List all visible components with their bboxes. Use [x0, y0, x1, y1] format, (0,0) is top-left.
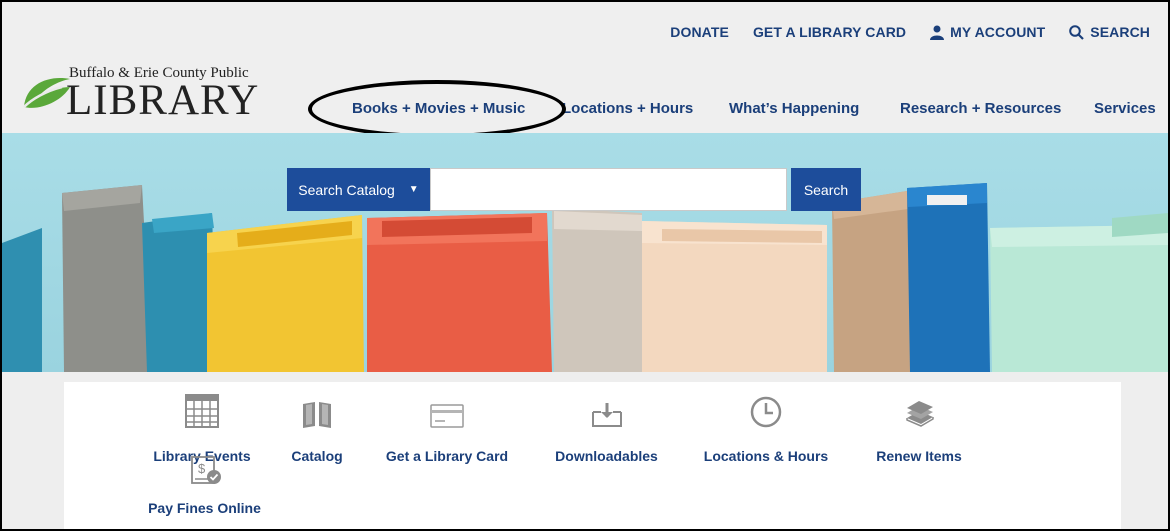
download-tray-icon	[549, 394, 664, 428]
open-book-icon	[287, 394, 347, 428]
quick-link-renew-items[interactable]: Renew Items	[864, 394, 974, 464]
quick-link-label: Renew Items	[876, 448, 962, 464]
quick-link-label: Downloadables	[555, 448, 658, 464]
page-frame: DONATE GET A LIBRARY CARD MY ACCOUNT SEA…	[0, 0, 1170, 531]
catalog-search-input[interactable]	[430, 168, 787, 211]
my-account-label: MY ACCOUNT	[950, 24, 1046, 40]
svg-text:$: $	[198, 461, 206, 476]
library-card-link[interactable]: GET A LIBRARY CARD	[753, 24, 906, 40]
utility-nav: DONATE GET A LIBRARY CARD MY ACCOUNT SEA…	[670, 24, 1150, 40]
search-button-label: Search	[803, 181, 849, 198]
dropdown-caret-icon: ▼	[408, 184, 419, 195]
quick-link-get-library-card[interactable]: Get a Library Card	[382, 394, 512, 464]
catalog-search-button[interactable]: Search	[791, 168, 861, 211]
catalog-search-bar: Search Catalog ▼ Search	[287, 168, 861, 211]
hero-banner: Search Catalog ▼ Search	[2, 133, 1168, 372]
search-label: SEARCH	[1090, 24, 1150, 40]
main-nav: Books + Movies + Music Locations + Hours…	[2, 100, 1168, 124]
user-icon	[930, 25, 945, 40]
nav-services[interactable]: Services	[1094, 100, 1156, 117]
quick-link-pay-fines[interactable]: $ Pay Fines Online	[147, 456, 262, 516]
book-stack-icon	[864, 394, 974, 428]
search-icon	[1069, 24, 1085, 40]
search-link[interactable]: SEARCH	[1069, 24, 1150, 40]
search-scope-select[interactable]: Search Catalog ▼	[287, 168, 430, 211]
my-account-link[interactable]: MY ACCOUNT	[930, 24, 1045, 40]
site-header: DONATE GET A LIBRARY CARD MY ACCOUNT SEA…	[2, 2, 1168, 138]
nav-whats-happening[interactable]: What’s Happening	[729, 100, 859, 117]
donate-link[interactable]: DONATE	[670, 24, 729, 40]
calendar-icon	[147, 394, 257, 428]
quick-link-catalog[interactable]: Catalog	[287, 394, 347, 464]
library-card-label: GET A LIBRARY CARD	[752, 24, 907, 40]
library-card-icon	[382, 394, 512, 428]
quick-link-locations-hours[interactable]: Locations & Hours	[699, 394, 833, 464]
clock-icon	[699, 394, 833, 428]
quick-link-downloadables[interactable]: Downloadables	[549, 394, 664, 464]
donate-label: DONATE	[670, 24, 729, 40]
highlight-circle-annotation	[308, 80, 566, 138]
nav-research-resources[interactable]: Research + Resources	[900, 100, 1061, 117]
quick-link-label: Get a Library Card	[385, 448, 509, 464]
nav-locations-hours[interactable]: Locations + Hours	[562, 100, 693, 117]
quick-link-label: Locations & Hours	[703, 448, 829, 464]
quick-link-label: Pay Fines Online	[148, 500, 261, 516]
quick-links-panel: Library Events Catalog Get a Library Car…	[64, 382, 1121, 529]
search-scope-label: Search Catalog	[298, 181, 395, 198]
pay-fines-icon: $	[147, 456, 262, 486]
quick-link-label: Catalog	[291, 448, 343, 464]
quick-link-library-events[interactable]: Library Events	[147, 394, 257, 464]
